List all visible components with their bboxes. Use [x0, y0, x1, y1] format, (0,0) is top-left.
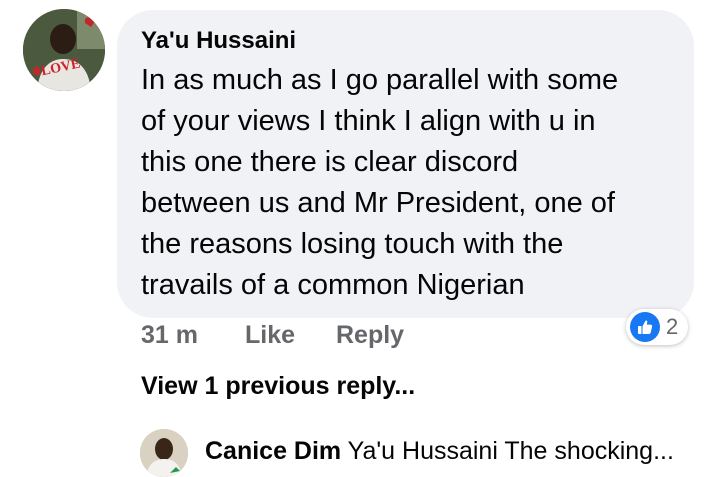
comment-text-line: between us and Mr President, one of [141, 187, 615, 219]
like-thumbs-up-icon [630, 312, 660, 342]
comment-text-line: of your views I think I align with u in [141, 105, 596, 137]
reaction-summary[interactable]: 2 [626, 309, 688, 345]
reply-preview[interactable]: Canice Dim Ya'u Hussaini The shocking... [205, 437, 674, 466]
comment-text-line: this one there is clear discord [141, 146, 519, 178]
comment-text: In as much as I go parallel with some of… [141, 60, 681, 306]
comment-author[interactable]: Ya'u Hussaini [141, 27, 296, 55]
view-previous-replies-link[interactable]: View 1 previous reply... [141, 372, 415, 401]
reaction-count: 2 [666, 314, 679, 339]
reply-snippet: Ya'u Hussaini The shocking... [347, 437, 674, 465]
comment-timestamp[interactable]: 31 m [141, 321, 198, 350]
comment-text-line: the reasons losing touch with the [141, 228, 564, 260]
reply-author-photo [140, 429, 188, 477]
commenter-photo: LOVE [23, 9, 105, 91]
reply-author-name[interactable]: Canice Dim [205, 437, 341, 465]
commenter-avatar[interactable]: LOVE [23, 9, 105, 91]
like-button[interactable]: Like [245, 321, 295, 350]
reply-button[interactable]: Reply [336, 321, 404, 350]
comment-text-line: travails of a common Nigerian [141, 269, 525, 301]
reply-author-avatar[interactable] [140, 429, 188, 477]
comment-text-line: In as much as I go parallel with some [141, 64, 619, 96]
